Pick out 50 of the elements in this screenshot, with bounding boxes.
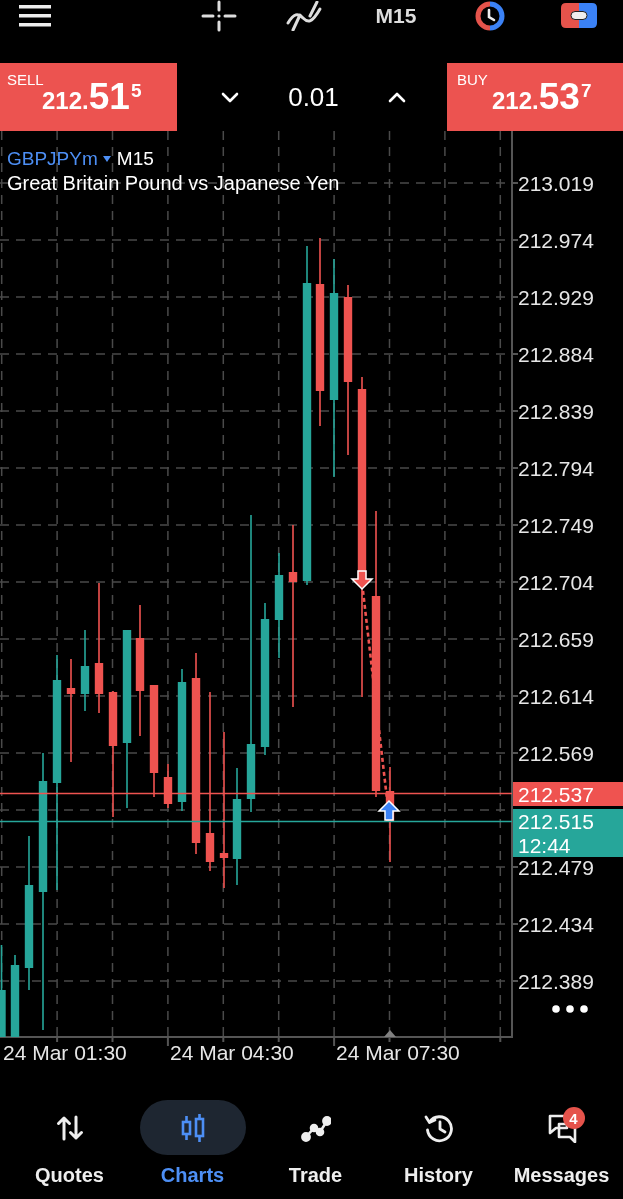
time-axis-label: 24 Mar 01:30 — [3, 1041, 127, 1064]
nav-tab[interactable]: Quotes — [8, 1075, 131, 1199]
price-axis-label: 212.434 — [518, 912, 594, 936]
price-axis-label: 212.794 — [518, 456, 594, 480]
volume-value[interactable]: 0.01 — [288, 84, 339, 110]
indicator-wave-icon — [285, 0, 323, 31]
symbol-selector[interactable]: GBPJPYm — [7, 147, 111, 171]
notification-badge: 4 — [562, 1107, 585, 1129]
price-axis-label: 213.019 — [518, 171, 594, 195]
symbol-description: Great Britain Pound vs Japanese Yen — [7, 171, 340, 195]
time-axis-label: 24 Mar 04:30 — [170, 1041, 294, 1064]
bid-price-label: 212.515 — [518, 809, 594, 833]
nav-tab[interactable]: 4 Messages — [500, 1075, 623, 1199]
price-axis-label: 212.659 — [518, 627, 594, 651]
triangle-marker-icon — [384, 1030, 396, 1037]
chat-bubbles-icon — [546, 1112, 577, 1143]
chevron-up-icon — [388, 91, 406, 103]
price-axis-label: 212.704 — [518, 570, 594, 594]
one-click-trading-button[interactable] — [560, 0, 597, 31]
price-axis-label: 212.614 — [518, 684, 594, 708]
up-arrow-icon — [377, 799, 401, 821]
price-axis-label: 212.389 — [518, 969, 594, 993]
price-axis-label: 212.929 — [518, 285, 594, 309]
down-arrow-icon — [350, 570, 374, 591]
price-axis-label: 212.884 — [518, 342, 594, 366]
timeframe-button[interactable]: M15 — [375, 0, 417, 31]
more-options-icon[interactable] — [552, 1005, 588, 1013]
crosshair-icon — [201, 0, 237, 32]
candlestick — [163, 764, 173, 808]
menu-icon — [19, 4, 51, 27]
timeframe-label: M15 — [116, 147, 154, 171]
nav-tab[interactable]: History — [377, 1075, 500, 1199]
ask-price-tag: 212.537 — [513, 782, 623, 806]
history-clock-icon — [423, 1112, 454, 1143]
chevron-down-icon — [221, 91, 239, 103]
clock-button[interactable] — [475, 0, 505, 31]
price-axis-label: 212.839 — [518, 399, 594, 423]
caret-icon — [102, 156, 111, 162]
nav-tab[interactable]: Charts — [131, 1075, 254, 1199]
price-axis-label: 212.479 — [518, 855, 594, 879]
price-axis-label: 212.569 — [518, 741, 594, 765]
indicators-button[interactable] — [285, 0, 323, 31]
toggle-icon — [560, 3, 597, 28]
price-axis-label: 212.749 — [518, 513, 594, 537]
time-axis-label: 24 Mar 07:30 — [336, 1041, 460, 1064]
crosshair-button[interactable] — [201, 0, 237, 31]
clock-icon — [475, 0, 505, 31]
nav-tab[interactable]: Trade — [254, 1075, 377, 1199]
bar-countdown: 12:44 — [518, 833, 571, 857]
price-axis-label: 212.974 — [518, 228, 594, 252]
